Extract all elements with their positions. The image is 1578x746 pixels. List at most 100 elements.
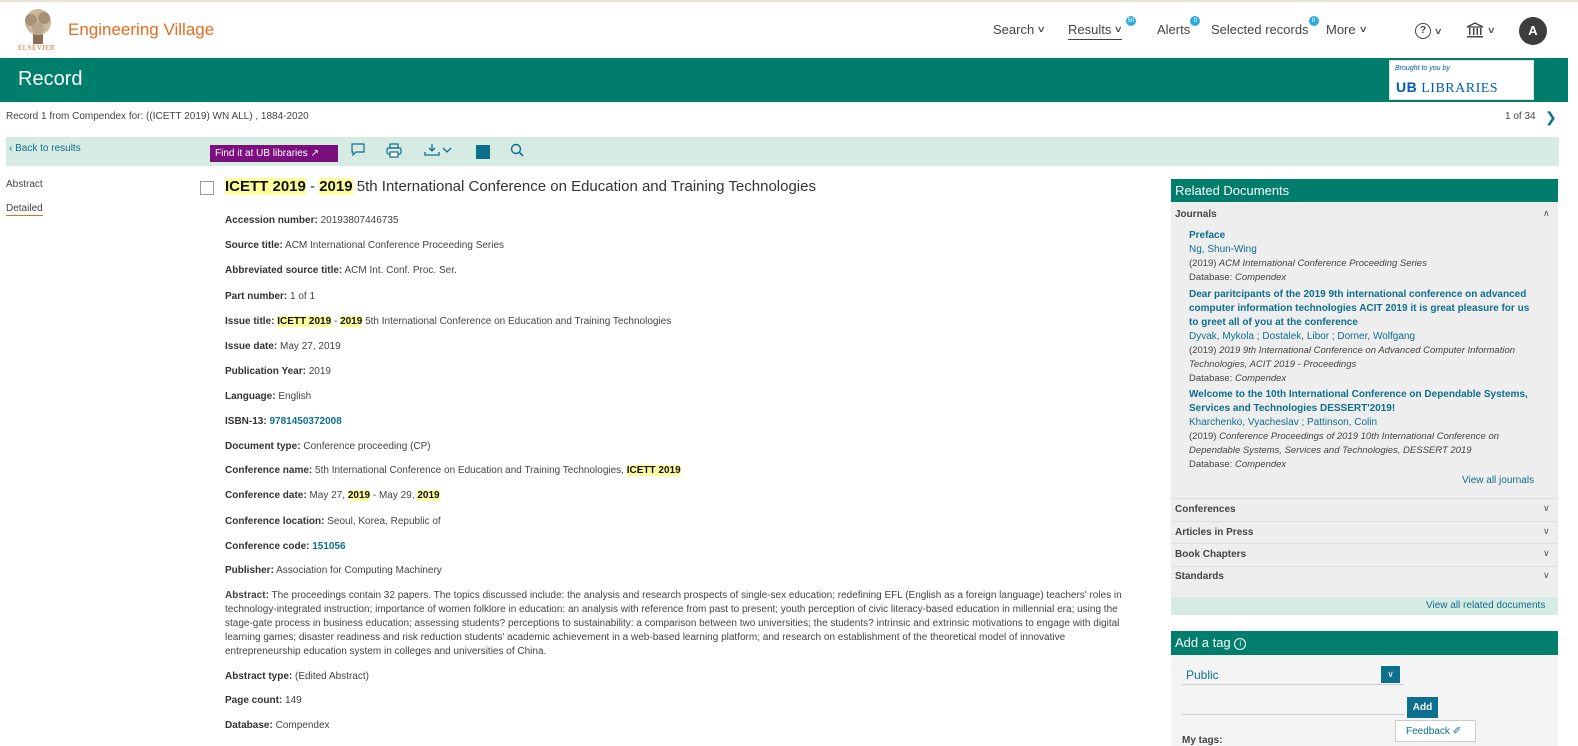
ub-libraries-logo[interactable]: Brought to you by UB LIBRARIES — [1389, 60, 1534, 100]
related-item: Dear paritcipants of the 2019 9th intern… — [1189, 288, 1539, 386]
my-tags-label: My tags: — [1182, 735, 1223, 746]
sidenav-abstract[interactable]: Abstract — [6, 179, 43, 190]
find-it-button[interactable]: Find it at UB libraries ↗ — [210, 145, 338, 162]
nav-selected-records-label: Selected records — [1211, 22, 1309, 37]
field-label: ISBN-13: — [225, 416, 267, 427]
field-value: 20193807446735 — [320, 215, 399, 226]
selected-count-badge: 0 — [1308, 16, 1319, 26]
divider — [1171, 521, 1558, 522]
view-all-related-bar: View all related documents — [1171, 597, 1558, 615]
chevron-down-icon[interactable]: ∨ — [1543, 503, 1550, 514]
add-tag-panel: Add a tag i Public ∨ Add My tags: — [1171, 631, 1558, 746]
sidenav-detailed[interactable]: Detailed — [6, 203, 43, 216]
nav-search[interactable]: Search ∨ — [993, 22, 1047, 37]
help-menu[interactable]: ? ∨ — [1415, 23, 1443, 39]
add-tag-button[interactable]: Add — [1407, 697, 1438, 718]
chevron-down-icon[interactable]: ∨ — [1381, 666, 1400, 683]
related-item-db-label: Database: — [1189, 272, 1233, 283]
related-item-authors[interactable]: Kharchenko, Vyacheslav ; Pattinson, Coli… — [1189, 416, 1539, 430]
field-label: Publication Year: — [225, 366, 306, 377]
accordion-articles-in-press[interactable]: Articles in Press — [1175, 527, 1253, 538]
help-icon: ? — [1415, 23, 1431, 39]
related-item-authors[interactable]: Dyvak, Mykola ; Dostalek, Libor ; Dorner… — [1189, 330, 1539, 344]
related-item-database: Database: Compendex — [1189, 372, 1539, 386]
field-abstract-type: Abstract type: (Edited Abstract) — [225, 671, 369, 682]
chevron-down-icon[interactable]: ∨ — [1543, 548, 1550, 559]
feedback-label: Feedback — [1406, 726, 1450, 737]
field-value: May 27, — [309, 490, 348, 501]
isbn-link[interactable]: 9781450372008 — [269, 416, 341, 427]
nav-alerts-label: Alerts — [1157, 22, 1191, 37]
chevron-up-icon[interactable]: ∧ — [1543, 208, 1550, 219]
field-abbrev-source: Abbreviated source title: ACM Int. Conf.… — [225, 265, 457, 276]
feedback-button[interactable]: Feedback ✐ — [1395, 720, 1476, 742]
download-icon[interactable] — [424, 143, 454, 160]
back-to-results-link[interactable]: ‹ Back to results — [9, 143, 81, 154]
next-record-icon[interactable]: ❯ — [1545, 109, 1557, 126]
field-value: May 27, 2019 — [280, 341, 341, 352]
find-it-label: Find it at UB libraries — [215, 148, 308, 159]
institution-menu[interactable]: ∨ — [1466, 22, 1496, 38]
nav-alerts[interactable]: Alerts 0 — [1157, 16, 1201, 37]
info-icon[interactable]: i — [1234, 637, 1247, 650]
tag-input[interactable] — [1182, 697, 1404, 715]
related-item-year: (2019) — [1189, 431, 1217, 442]
nav-results[interactable]: Results ∨ 50 — [1068, 16, 1136, 40]
select-record-checkbox[interactable] — [200, 181, 214, 195]
conference-code-link[interactable]: 151056 — [312, 541, 345, 552]
field-label: Issue date: — [225, 341, 278, 352]
field-label: Abstract type: — [225, 671, 293, 682]
related-item-title[interactable]: Preface — [1189, 229, 1539, 243]
field-publisher: Publisher: Association for Computing Mac… — [225, 565, 442, 576]
field-accession: Accession number: 20193807446735 — [225, 215, 398, 226]
field-value: Conference proceeding (CP) — [303, 441, 431, 452]
related-item-database: Database: Compendex — [1189, 271, 1539, 285]
nav-more[interactable]: More ∨ — [1326, 22, 1368, 37]
chevron-down-icon: ∨ — [1036, 24, 1047, 34]
nav-selected-records[interactable]: Selected records 0 — [1211, 16, 1319, 37]
related-item: Preface Ng, Shun-Wing (2019) ACM Interna… — [1189, 229, 1539, 285]
accordion-book-chapters[interactable]: Book Chapters — [1175, 549, 1246, 560]
field-issue-date: Issue date: May 27, 2019 — [225, 341, 341, 352]
chevron-down-icon: ∨ — [1358, 24, 1368, 34]
field-part-number: Part number: 1 of 1 — [225, 291, 315, 302]
related-item-source-title: 2019 9th International Conference on Adv… — [1189, 345, 1516, 370]
accordion-standards[interactable]: Standards — [1175, 571, 1224, 582]
user-avatar[interactable]: A — [1519, 17, 1547, 45]
field-label: Abbreviated source title: — [225, 265, 343, 276]
save-to-folder-icon[interactable] — [476, 145, 490, 159]
brand-title[interactable]: Engineering Village — [68, 20, 214, 40]
field-label: Language: — [225, 391, 276, 402]
abstract-text: The proceedings contain 32 papers. The t… — [225, 590, 1122, 657]
brought-by-text: Brought to you by — [1395, 65, 1450, 72]
highlight: ICETT 2019 — [626, 465, 681, 476]
search-icon[interactable] — [510, 143, 524, 160]
accordion-journals[interactable]: Journals — [1175, 209, 1217, 220]
field-value: Association for Computing Machinery — [276, 565, 442, 576]
related-item-db-label: Database: — [1189, 373, 1233, 384]
chevron-down-icon[interactable]: ∨ — [1543, 570, 1550, 581]
back-label: Back to results — [15, 143, 81, 154]
related-item-source-title: Conference Proceedings of 2019 10th Inte… — [1189, 431, 1500, 456]
view-all-journals-link[interactable]: View all journals — [1462, 475, 1534, 486]
highlight: 2019 — [417, 490, 440, 501]
field-value: 2019 — [308, 366, 331, 377]
related-item-authors[interactable]: Ng, Shun-Wing — [1189, 243, 1539, 257]
libraries-wordmark: UB LIBRARIES — [1396, 79, 1499, 96]
print-icon[interactable] — [386, 143, 402, 161]
nav-more-label: More — [1326, 22, 1356, 37]
related-item-db: Compendex — [1234, 459, 1287, 470]
related-item-db-label: Database: — [1189, 459, 1233, 470]
comment-icon[interactable] — [351, 143, 365, 159]
related-item-title[interactable]: Dear paritcipants of the 2019 9th intern… — [1189, 288, 1539, 330]
field-language: Language: English — [225, 391, 311, 402]
field-value: Compendex — [275, 720, 330, 731]
chevron-down-icon[interactable]: ∨ — [1543, 526, 1550, 537]
tag-visibility-select[interactable]: Public — [1182, 665, 1404, 685]
related-item-source: (2019) Conference Proceedings of 2019 10… — [1189, 430, 1539, 458]
view-all-related-link[interactable]: View all related documents — [1426, 600, 1545, 611]
accordion-conferences[interactable]: Conferences — [1175, 504, 1236, 515]
related-item-title[interactable]: Welcome to the 10th International Confer… — [1189, 388, 1539, 416]
related-item-source-title: ACM International Conference Proceeding … — [1218, 258, 1427, 269]
field-database: Database: Compendex — [225, 720, 330, 731]
